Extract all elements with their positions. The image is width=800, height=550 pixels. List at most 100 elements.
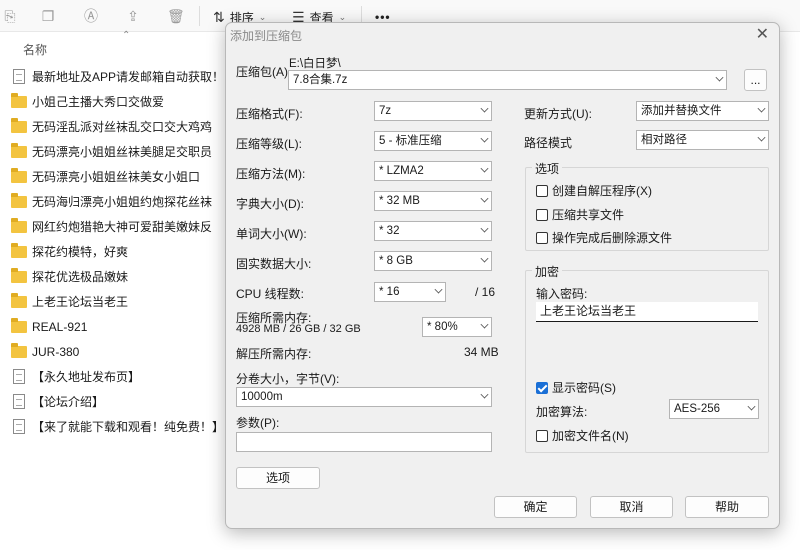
word-value: * 32 [379,225,400,237]
sfx-checkbox[interactable]: 创建自解压程序(X) [536,182,652,199]
method-select[interactable]: * LZMA2 [374,161,492,181]
folder-icon [11,92,27,108]
cpu-value: * 16 [379,286,400,298]
format-select[interactable]: 7z [374,101,492,121]
path-value: 相对路径 [641,134,687,146]
show-password-label: 显示密码(S) [552,381,616,395]
archive-name-value: 7.8合集.7z [293,74,348,86]
chevron-down-icon [480,104,489,113]
toolbar-divider [199,6,200,26]
rename-icon[interactable]: Ⓐ [83,8,99,24]
mem-decomp-label: 解压所需内存: [236,347,312,361]
folder-icon [11,342,27,358]
shared-files-checkbox[interactable]: 压缩共享文件 [536,206,624,223]
checkbox-icon [536,208,548,221]
chevron-down-icon: ⌄ [338,11,347,22]
file-list-item[interactable]: 无码漂亮小姐姐丝袜美腿足交职员 [11,139,226,164]
file-list-item[interactable]: 无码漂亮小姐姐丝袜美女小姐口 [11,164,226,189]
file-name: 最新地址及APP请发邮箱自动获取！！！ [32,70,226,84]
level-select[interactable]: 5 - 标准压缩 [374,131,492,151]
chevron-down-icon [715,73,724,82]
cancel-button[interactable]: 取消 [590,496,673,518]
encryption-method-label: 加密算法: [536,405,588,419]
file-name: 无码漂亮小姐姐丝袜美女小姐口 [32,170,201,184]
word-select[interactable]: * 32 [374,221,492,241]
delete-after-label: 操作完成后删除源文件 [552,231,673,245]
password-label: 输入密码: [536,287,588,301]
options-button[interactable]: 选项 [236,467,320,489]
update-select[interactable]: 添加并替换文件 [636,101,769,121]
mem-decomp-value: 34 MB [464,345,499,359]
file-name: JUR-380 [32,344,80,359]
folder-icon [11,317,27,333]
checkbox-icon [536,231,548,244]
file-list-item[interactable]: 【永久地址发布页】 [11,364,226,389]
cpu-label: CPU 线程数: [236,287,305,301]
dict-label: 字典大小(D): [236,197,304,211]
ok-button[interactable]: 确定 [494,496,577,518]
file-list-item[interactable]: 【来了就能下载和观看！纯免费！】 [11,414,226,439]
volume-combobox[interactable]: 10000m [236,387,492,407]
chevron-down-icon [757,104,766,113]
file-name: 无码海归漂亮小姐姐约炮探花丝袜 [32,195,213,209]
dialog-title: 添加到压缩包 [230,29,303,43]
cut-icon[interactable]: ⎘ [2,8,18,24]
update-value: 添加并替换文件 [641,105,722,117]
params-label: 参数(P): [236,416,280,430]
file-list-item[interactable]: 无码海归漂亮小姐姐约炮探花丝袜 [11,189,226,214]
sort-ascending-icon: ⌃ [122,30,131,41]
file-list-item[interactable]: 探花约模特，好爽 [11,239,226,264]
checkbox-icon [536,429,548,442]
text-file-icon [13,369,25,384]
encryption-method-value: AES-256 [674,403,721,415]
text-file-icon [13,69,25,84]
word-label: 单词大小(W): [236,227,307,241]
chevron-down-icon [480,194,489,203]
file-list-item[interactable]: 小姐己主播大秀口交做爱 [11,89,226,114]
solid-select[interactable]: * 8 GB [374,251,492,271]
delete-after-checkbox[interactable]: 操作完成后删除源文件 [536,229,672,246]
dict-select[interactable]: * 32 MB [374,191,492,211]
help-button[interactable]: 帮助 [685,496,769,518]
mem-percent-select[interactable]: * 80% [422,317,492,337]
encrypt-names-checkbox[interactable]: 加密文件名(N) [536,427,629,444]
browse-button[interactable]: ... [744,69,767,91]
dict-value: * 32 MB [379,195,420,207]
method-value: * LZMA2 [379,165,424,177]
close-icon[interactable]: ✕ [756,24,769,44]
mem-percent-value: * 80% [427,321,458,333]
password-input[interactable]: 上老王论坛当老王 [536,302,758,322]
path-select[interactable]: 相对路径 [636,130,769,150]
encryption-group: 加密 输入密码: 上老王论坛当老王 显示密码(S) 加密算法: AES-256 … [525,263,769,453]
archive-name-combobox[interactable]: 7.8合集.7z [288,70,727,90]
file-list-item[interactable]: 探花优选极品嫩妹 [11,264,226,289]
delete-icon[interactable]: 🗑 [167,8,185,24]
sort-icon: ⇅ [213,8,225,25]
column-header-name[interactable]: 名称 [23,41,47,58]
file-name: REAL-921 [32,319,88,334]
file-list-item[interactable]: JUR-380 [11,339,226,364]
params-input[interactable] [236,432,492,452]
level-label: 压缩等级(L): [236,137,303,151]
file-list-item[interactable]: 无码淫乱派对丝袜乱交口交大鸡鸡 [11,114,226,139]
folder-icon [11,117,27,133]
share-icon[interactable]: ⇪ [125,8,141,24]
volume-label: 分卷大小，字节(V): [236,372,340,386]
dialog-titlebar[interactable]: 添加到压缩包 ✕ [226,23,779,45]
file-list-item[interactable]: REAL-921 [11,314,226,339]
file-list-item[interactable]: 【论坛介绍】 [11,389,226,414]
file-list-item[interactable]: 最新地址及APP请发邮箱自动获取！！！ [11,64,226,89]
cpu-select[interactable]: * 16 [374,282,446,302]
show-password-checkbox[interactable]: 显示密码(S) [536,379,616,396]
file-name: 探花优选极品嫩妹 [32,270,129,284]
copy-icon[interactable]: ❐ [40,8,56,24]
encryption-method-select[interactable]: AES-256 [669,399,759,419]
file-list-item[interactable]: 网红约炮猎艳大神可爱甜美嫩妹反 [11,214,226,239]
file-list-item[interactable]: 上老王论坛当老王 [11,289,226,314]
level-value: 5 - 标准压缩 [379,135,442,147]
chevron-down-icon [480,390,489,399]
checkbox-icon [536,184,548,197]
chevron-down-icon [480,224,489,233]
chevron-down-icon [480,254,489,263]
file-name: 上老王论坛当老王 [32,295,129,309]
